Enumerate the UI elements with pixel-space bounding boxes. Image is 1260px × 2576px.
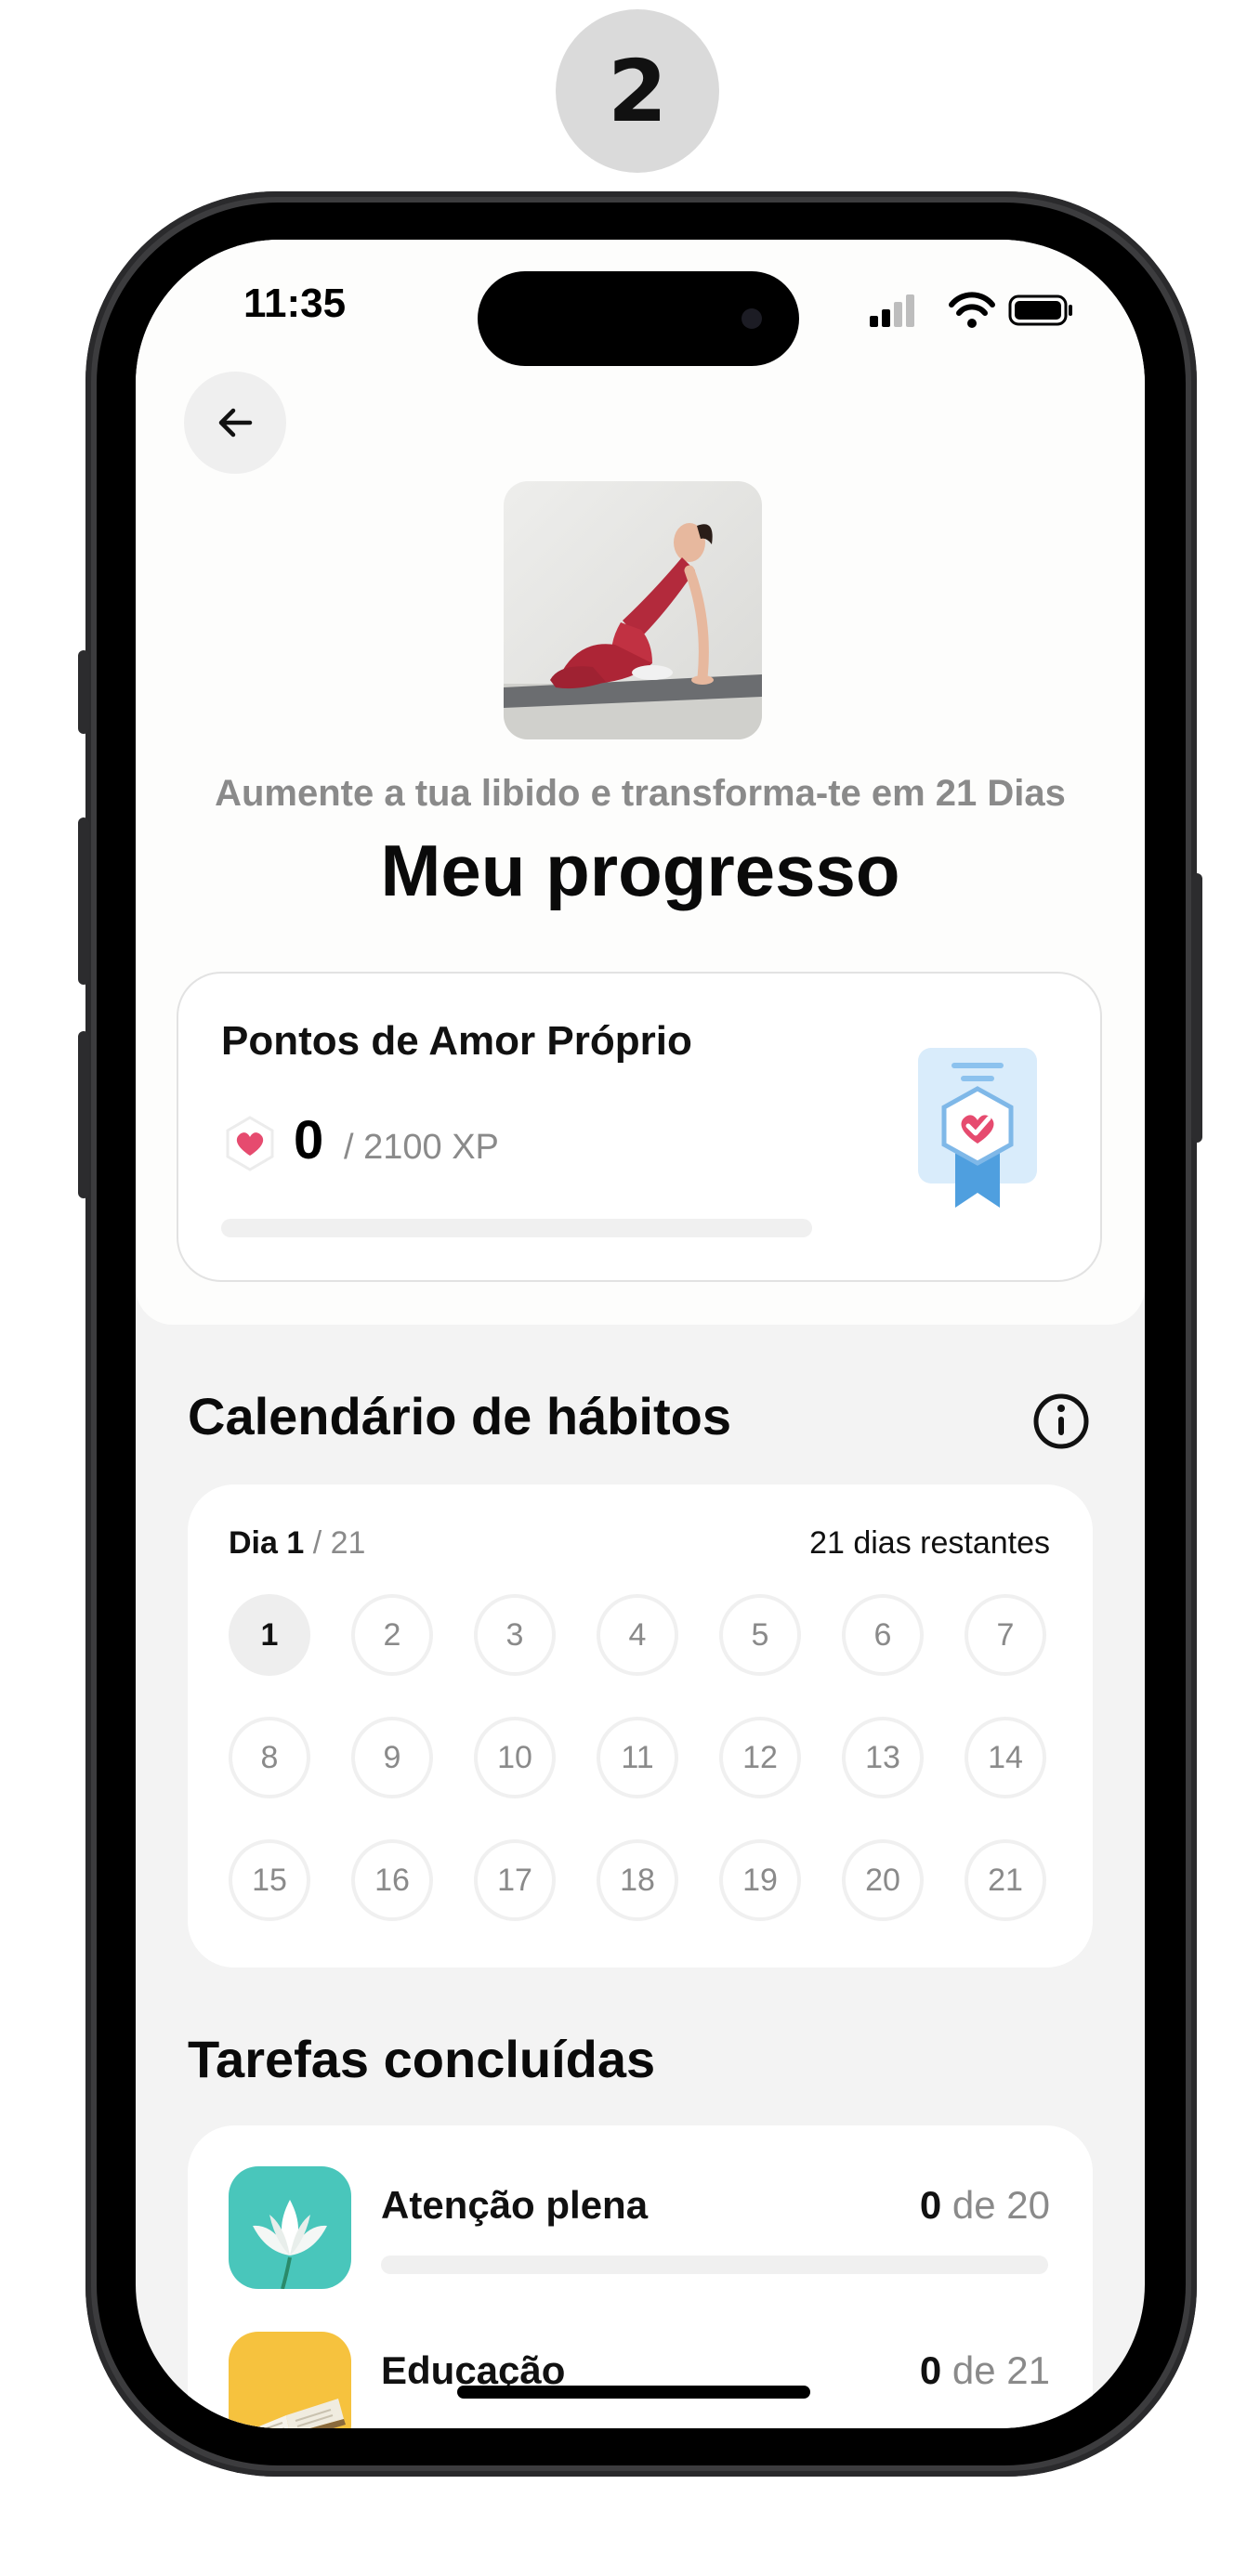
front-camera-icon [742,308,762,329]
calendar-day-18[interactable]: 18 [597,1839,678,1921]
program-subtitle: Aumente a tua libido e transforma-te em … [215,773,1066,814]
calendar-day-7[interactable]: 7 [965,1594,1046,1676]
task-count: 0 de 20 [920,2183,1050,2228]
current-day-label: Dia 1 / 21 [229,1525,365,1562]
habits-calendar-card: Dia 1 / 21 21 dias restantes 1 2 3 4 5 6 7 8 9 10… [188,1484,1093,1968]
action-button [78,650,89,734]
calendar-day-4[interactable]: 4 [597,1594,678,1676]
task-row-mindfulness[interactable]: Atenção plena 0 de 20 [188,2166,1093,2296]
book-icon [229,2332,351,2428]
habits-calendar-title: Calendário de hábitos [188,1387,731,1445]
step-number-badge: 2 [556,9,719,173]
cellular-signal-icon [870,294,914,327]
calendar-day-21[interactable]: 21 [965,1839,1046,1921]
calendar-day-12[interactable]: 12 [719,1717,801,1798]
calendar-day-15[interactable]: 15 [229,1839,310,1921]
day-total: / 21 [312,1525,366,1561]
calendar-day-19[interactable]: 19 [719,1839,801,1921]
lotus-icon [229,2166,351,2289]
calendar-day-20[interactable]: 20 [842,1839,924,1921]
back-button[interactable] [184,372,286,474]
reward-ribbon-icon [918,1048,1037,1208]
calendar-day-6[interactable]: 6 [842,1594,924,1676]
page-title: Meu progresso [380,830,900,911]
phone-screen: 11:35 Aumente a tua libido e transforma-… [136,240,1145,2428]
arrow-left-icon [218,408,253,438]
calendar-day-3[interactable]: 3 [474,1594,556,1676]
calendar-day-10[interactable]: 10 [474,1717,556,1798]
points-progress-bar [221,1219,812,1237]
task-done-count: 0 [919,2348,942,2392]
self-love-points-card: Pontos de Amor Próprio 0 / 2100 XP [177,972,1102,1282]
completed-tasks-card: Atenção plena 0 de 20 Educação 0 de 21 [188,2125,1093,2428]
dynamic-island [478,271,799,366]
task-total-count: de 21 [952,2348,1050,2392]
status-icons [870,292,1072,328]
calendar-day-5[interactable]: 5 [719,1594,801,1676]
completed-tasks-title: Tarefas concluídas [188,2030,656,2088]
current-day-value: Dia 1 [229,1525,305,1561]
calendar-day-14[interactable]: 14 [965,1717,1046,1798]
info-icon[interactable] [1031,1392,1091,1451]
power-button [1191,873,1202,1143]
calendar-day-1[interactable]: 1 [229,1594,310,1676]
volume-up-button [78,817,89,985]
volume-down-button [78,1031,89,1198]
status-time: 11:35 [243,281,347,326]
task-progress-bar [381,2256,1048,2274]
task-label: Atenção plena [381,2183,649,2227]
heart-badge-icon [226,1116,274,1171]
program-cover-image [504,481,762,739]
calendar-day-8[interactable]: 8 [229,1717,310,1798]
points-total: / 2100 XP [344,1128,499,1167]
task-count: 0 de 21 [920,2348,1050,2393]
wifi-icon [949,292,995,328]
progress-header-card: 11:35 Aumente a tua libido e transforma-… [136,240,1145,1325]
task-total-count: de 20 [952,2183,1050,2227]
calendar-day-2[interactable]: 2 [351,1594,433,1676]
calendar-day-11[interactable]: 11 [597,1717,678,1798]
calendar-day-13[interactable]: 13 [842,1717,924,1798]
calendar-day-17[interactable]: 17 [474,1839,556,1921]
points-title: Pontos de Amor Próprio [221,1018,692,1064]
home-indicator[interactable] [457,2386,810,2399]
task-done-count: 0 [919,2183,942,2227]
calendar-day-16[interactable]: 16 [351,1839,433,1921]
calendar-day-9[interactable]: 9 [351,1717,433,1798]
points-value: 0 [294,1110,324,1170]
task-row-education[interactable]: Educação 0 de 21 [188,2332,1093,2428]
battery-icon [1008,294,1072,326]
days-remaining: 21 dias restantes [809,1525,1050,1561]
